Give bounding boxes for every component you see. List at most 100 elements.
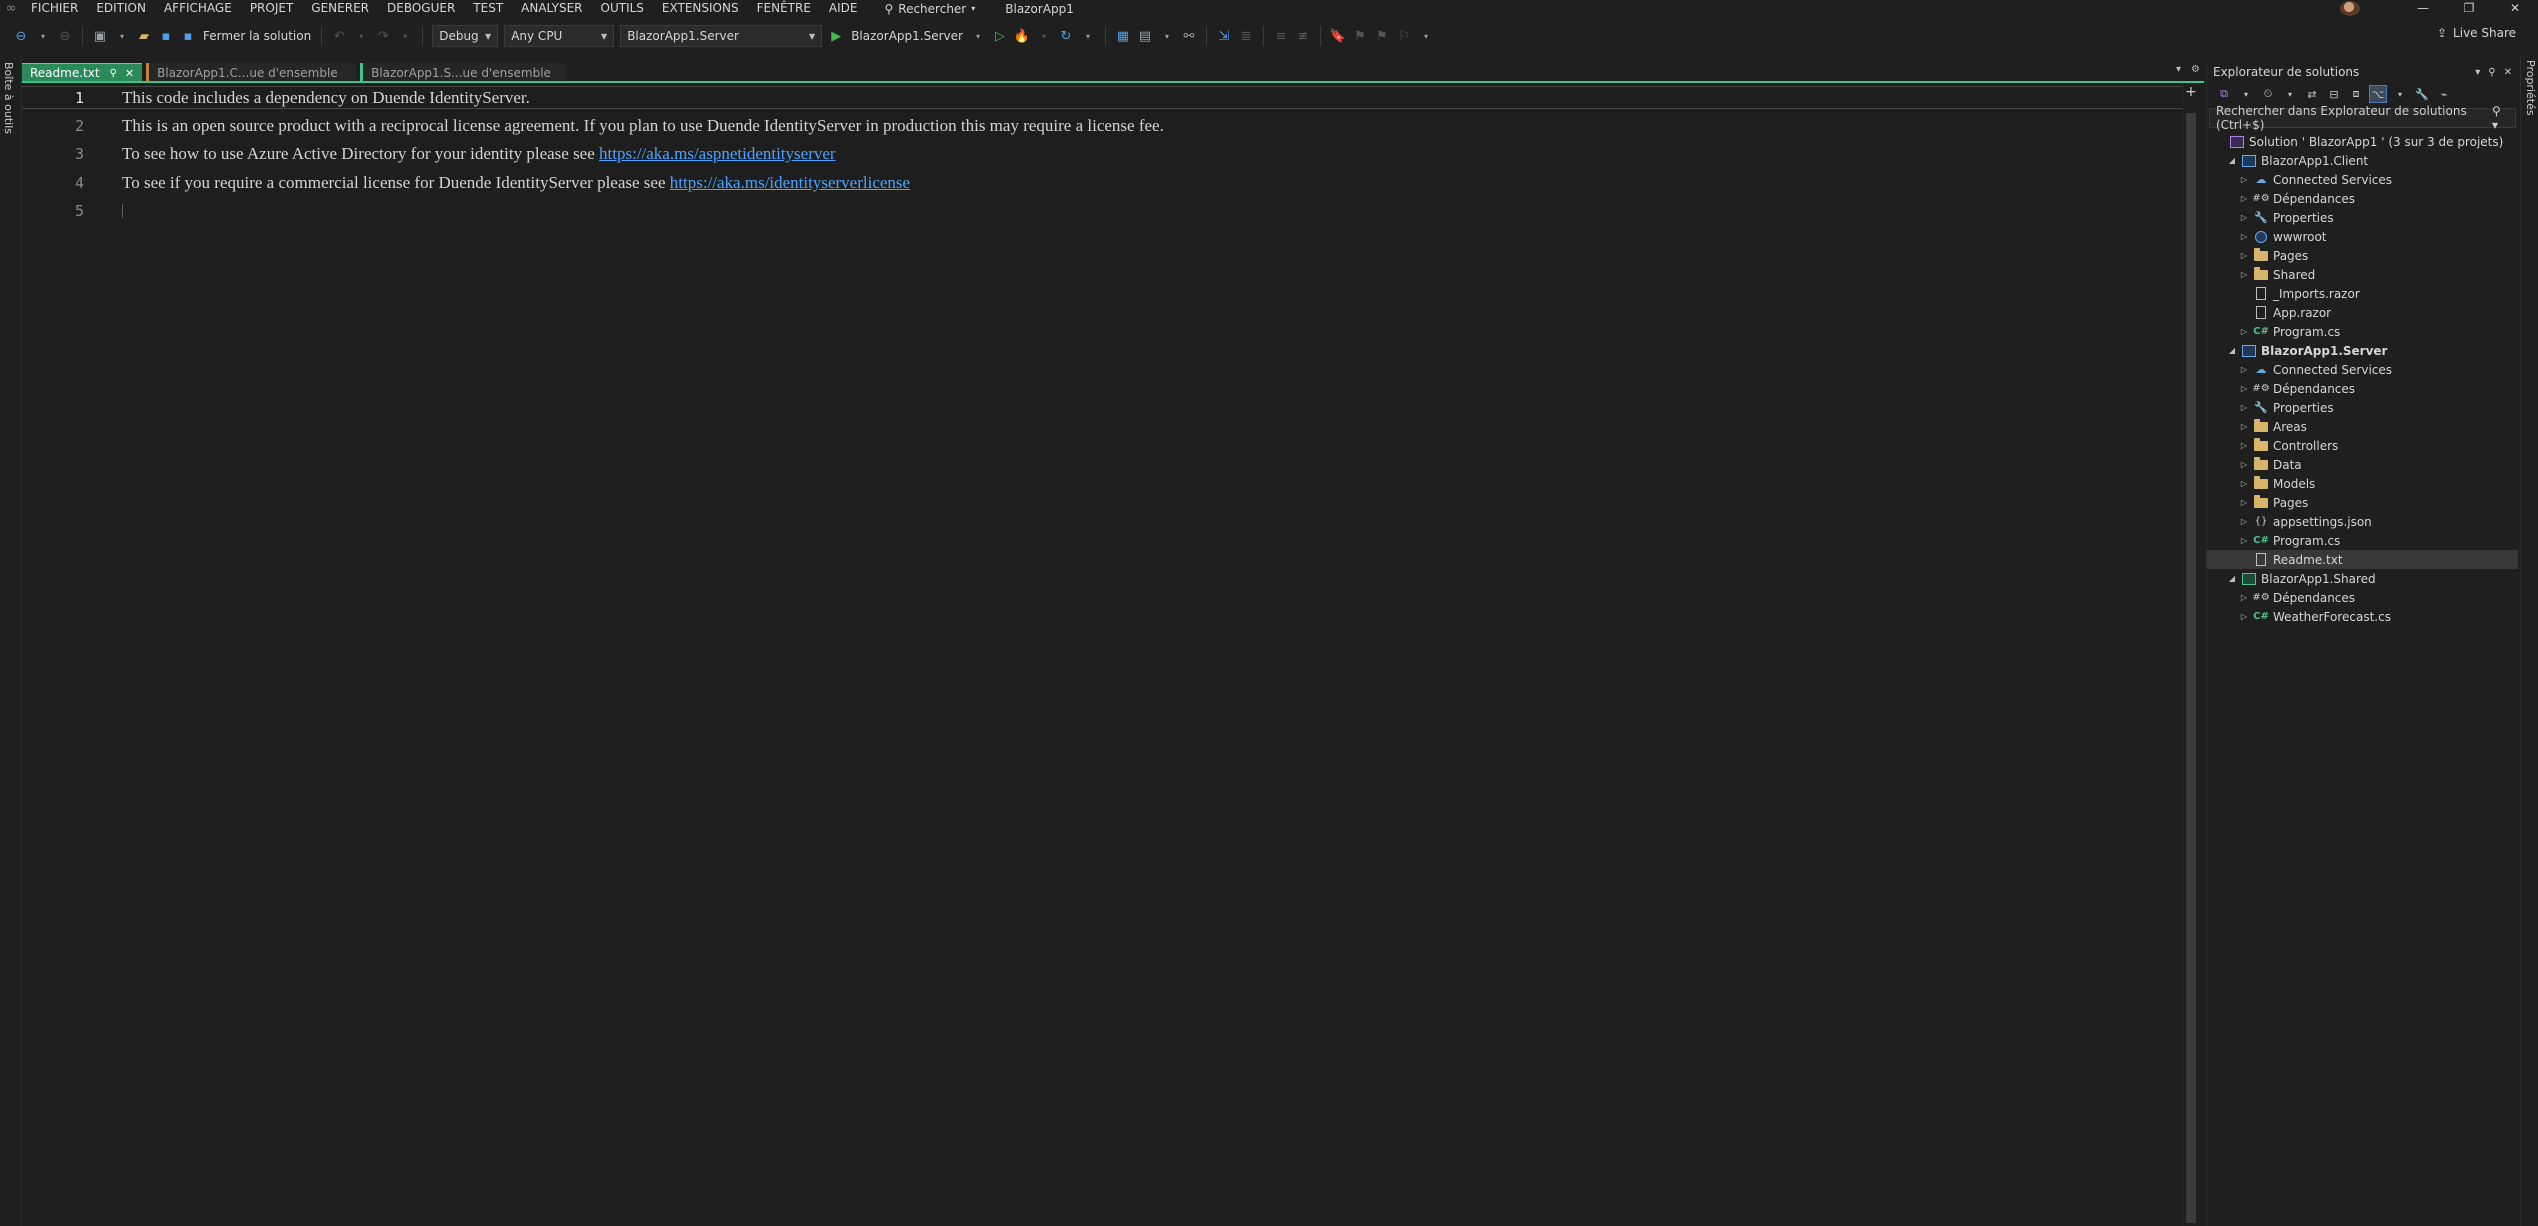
tree-node[interactable]: ▷ Data xyxy=(2207,455,2518,474)
expanded-arrow-icon[interactable]: ◢ xyxy=(2227,156,2237,165)
tree-node[interactable]: App.razor xyxy=(2207,303,2518,322)
menu-item-fenêtre[interactable]: FENÊTRE xyxy=(748,0,820,17)
menu-item-generer[interactable]: GENERER xyxy=(302,0,378,17)
tree-node[interactable]: ▷ #⚙ Dépendances xyxy=(2207,379,2518,398)
collapsed-arrow-icon[interactable]: ▷ xyxy=(2239,327,2249,336)
collapsed-arrow-icon[interactable]: ▷ xyxy=(2239,251,2249,260)
minimize-button[interactable]: — xyxy=(2400,0,2446,17)
editor-line[interactable]: 1 This code includes a dependency on Duen… xyxy=(22,86,2182,109)
tree-node[interactable]: ▷ Controllers xyxy=(2207,436,2518,455)
tree-node[interactable]: ▷ Areas xyxy=(2207,417,2518,436)
run-button-label[interactable]: BlazorApp1.Server xyxy=(851,29,963,43)
tree-node[interactable]: ▷ 🔧 Properties xyxy=(2207,398,2518,417)
comment-icon[interactable]: ≡ xyxy=(1272,26,1290,46)
sync-icon[interactable]: ⇄ xyxy=(2303,85,2321,103)
avatar[interactable] xyxy=(2340,1,2360,16)
close-icon[interactable]: ✕ xyxy=(2504,67,2512,78)
collapsed-arrow-icon[interactable]: ▷ xyxy=(2239,270,2249,279)
chevron-down-icon[interactable]: ▾ xyxy=(2391,85,2409,103)
tree-node[interactable]: ◢ BlazorApp1.Client xyxy=(2207,151,2518,170)
undo-icon[interactable]: ↶ xyxy=(330,26,348,46)
start-without-debugging-icon[interactable]: ▷ xyxy=(991,26,1009,46)
tree-node[interactable]: ▷ 🔧 Properties xyxy=(2207,208,2518,227)
menu-item-edition[interactable]: EDITION xyxy=(87,0,155,17)
close-window-button[interactable]: ✕ xyxy=(2492,0,2538,17)
hyperlink[interactable]: https://aka.ms/aspnetidentityserver xyxy=(599,144,836,163)
new-project-icon[interactable]: ▣ xyxy=(91,26,109,46)
pending-changes-icon[interactable]: ⏲ xyxy=(2259,85,2277,103)
chevron-down-icon[interactable]: ▾ xyxy=(2475,67,2480,78)
menu-item-analyser[interactable]: ANALYSER xyxy=(512,0,591,17)
menu-item-test[interactable]: TEST xyxy=(464,0,512,17)
collapse-all-icon[interactable]: ⊟ xyxy=(2325,85,2343,103)
tab-readme[interactable]: Readme.txt ⚲ ✕ xyxy=(22,63,143,82)
tree-node[interactable]: ▷ Pages xyxy=(2207,493,2518,512)
collapsed-arrow-icon[interactable]: ▷ xyxy=(2239,441,2249,450)
menu-item-aide[interactable]: AIDE xyxy=(820,0,867,17)
chevron-down-icon[interactable]: ▾ xyxy=(1079,26,1097,46)
chevron-down-icon[interactable]: ▾ xyxy=(2237,85,2255,103)
collapsed-arrow-icon[interactable]: ▷ xyxy=(2239,194,2249,203)
properties-tab[interactable]: Propriétés xyxy=(2524,60,2537,116)
line-text[interactable]: To see how to use Azure Active Directory… xyxy=(122,144,836,164)
tree-node[interactable]: ▷ ☁ Connected Services xyxy=(2207,360,2518,379)
tree-node[interactable]: ▷ #⚙ Dépendances xyxy=(2207,588,2518,607)
solution-search-input[interactable]: Rechercher dans Explorateur de solutions… xyxy=(2209,104,2516,132)
uncomment-icon[interactable]: ≢ xyxy=(1294,26,1312,46)
tab-list-icon[interactable]: ▾ xyxy=(2176,64,2181,75)
pin-icon[interactable]: ⚲ xyxy=(2488,67,2495,78)
properties-wrench-icon[interactable]: 🔧 xyxy=(2413,85,2431,103)
collapsed-arrow-icon[interactable]: ▷ xyxy=(2239,365,2249,374)
menu-item-extensions[interactable]: EXTENSIONS xyxy=(653,0,748,17)
chevron-down-icon[interactable]: ▾ xyxy=(352,26,370,46)
switch-views-icon[interactable]: ⧉ xyxy=(2215,85,2233,103)
collapsed-arrow-icon[interactable]: ▷ xyxy=(2239,593,2249,602)
format-icon[interactable]: ≣ xyxy=(1237,26,1255,46)
collapsed-arrow-icon[interactable]: ▷ xyxy=(2239,422,2249,431)
save-all-icon[interactable]: ▪ xyxy=(179,26,197,46)
collapsed-arrow-icon[interactable]: ▷ xyxy=(2239,403,2249,412)
next-bookmark-icon[interactable]: ⚑ xyxy=(1373,26,1391,46)
expanded-arrow-icon[interactable]: ◢ xyxy=(2227,346,2237,355)
scrollbar-thumb[interactable] xyxy=(2186,113,2196,1223)
collapsed-arrow-icon[interactable]: ▷ xyxy=(2239,536,2249,545)
line-text[interactable]: This code includes a dependency on Duend… xyxy=(122,88,530,108)
chevron-down-icon[interactable]: ▾ xyxy=(1035,26,1053,46)
show-all-files-icon[interactable]: ⧈ xyxy=(2347,85,2365,103)
clear-bookmarks-icon[interactable]: ⚐ xyxy=(1395,26,1413,46)
tree-node[interactable]: ▷ #⚙ Dépendances xyxy=(2207,189,2518,208)
tree-node[interactable]: ▷ Pages xyxy=(2207,246,2518,265)
line-text[interactable]: To see if you require a commercial licen… xyxy=(122,173,910,193)
collapsed-arrow-icon[interactable]: ▷ xyxy=(2239,175,2249,184)
tree-node[interactable]: Readme.txt xyxy=(2207,550,2518,569)
collapsed-arrow-icon[interactable]: ▷ xyxy=(2239,213,2249,222)
tree-node[interactable]: Solution ' BlazorApp1 ' (3 sur 3 de proj… xyxy=(2207,132,2518,151)
step-icon[interactable]: ⇲ xyxy=(1215,26,1233,46)
previous-bookmark-icon[interactable]: ⚑ xyxy=(1351,26,1369,46)
collapsed-arrow-icon[interactable]: ▷ xyxy=(2239,498,2249,507)
preview-icon[interactable]: ⚯ xyxy=(1180,26,1198,46)
chevron-down-icon[interactable]: ▾ xyxy=(34,26,52,46)
bookmark-icon[interactable]: 🔖 xyxy=(1329,26,1347,46)
restore-button[interactable]: ❐ xyxy=(2446,0,2492,17)
chevron-down-icon[interactable]: ▾ xyxy=(2281,85,2299,103)
browser-link-icon[interactable]: ▦ xyxy=(1114,26,1132,46)
tree-node[interactable]: ▷ ☁ Connected Services xyxy=(2207,170,2518,189)
expanded-arrow-icon[interactable]: ◢ xyxy=(2227,574,2237,583)
editor-vertical-scrollbar[interactable] xyxy=(2182,83,2198,1226)
menu-item-affichage[interactable]: AFFICHAGE xyxy=(155,0,241,17)
collapsed-arrow-icon[interactable]: ▷ xyxy=(2239,479,2249,488)
tree-node[interactable]: _Imports.razor xyxy=(2207,284,2518,303)
tab-client-overview[interactable]: BlazorApp1.C...ue d'ensemble xyxy=(146,63,357,82)
tree-node[interactable]: ▷ C# Program.cs xyxy=(2207,322,2518,341)
navigate-forward-icon[interactable]: ⊖ xyxy=(56,26,74,46)
refresh-icon[interactable]: ↻ xyxy=(1057,26,1075,46)
collapsed-arrow-icon[interactable]: ▷ xyxy=(2239,384,2249,393)
gear-icon[interactable]: ⚙ xyxy=(2191,64,2200,75)
collapsed-arrow-icon[interactable]: ▷ xyxy=(2239,612,2249,621)
menu-item-outils[interactable]: OUTILS xyxy=(592,0,653,17)
redo-icon[interactable]: ↷ xyxy=(374,26,392,46)
pin-icon[interactable]: ⚲ xyxy=(110,68,117,79)
chevron-down-icon[interactable]: ▾ xyxy=(1158,26,1176,46)
collapsed-arrow-icon[interactable]: ▷ xyxy=(2239,460,2249,469)
